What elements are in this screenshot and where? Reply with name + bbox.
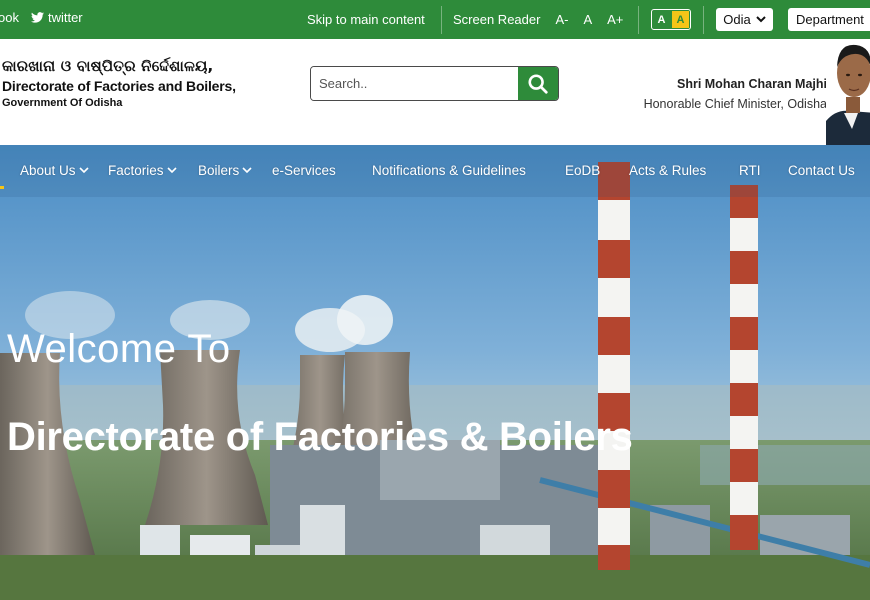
divider <box>638 6 639 34</box>
brand-odia: କାରଖାନା ଓ ବାଷ୍ପିତ୍ର ନିର୍ଦ୍ଦେଶାଳୟ, <box>2 57 214 75</box>
main-navigation: About Us Factories Boilers e-Services No… <box>0 145 870 197</box>
facebook-label: ook <box>0 10 19 25</box>
search-input[interactable] <box>311 67 518 100</box>
brand-english: Directorate of Factories and Boilers, <box>2 78 236 94</box>
chevron-down-icon <box>242 167 252 174</box>
divider <box>441 6 442 34</box>
hero-welcome-text: Welcome To <box>7 327 231 371</box>
site-header: କାରଖାନା ଓ ବାଷ୍ପିତ୍ର ନିର୍ଦ୍ଦେଶାଳୟ, Direct… <box>0 39 870 145</box>
nav-label: Notifications & Guidelines <box>372 163 526 178</box>
nav-acts-rules[interactable]: Acts & Rules <box>629 163 706 178</box>
skip-to-main-link[interactable]: Skip to main content <box>307 0 425 39</box>
brand-government: Government Of Odisha <box>2 97 123 109</box>
search-button[interactable] <box>518 67 558 100</box>
contrast-normal-button[interactable]: A <box>653 11 670 28</box>
nav-label: Contact Us <box>788 163 855 178</box>
screen-reader-controls: Screen Reader A- A A+ <box>453 0 623 39</box>
nav-boilers[interactable]: Boilers <box>198 163 252 178</box>
language-select[interactable]: Odia <box>716 8 773 31</box>
divider <box>703 6 704 34</box>
nav-rti[interactable]: RTI <box>739 163 761 178</box>
nav-contact-us[interactable]: Contact Us <box>788 163 855 178</box>
top-utility-bar: ook twitter Skip to main content Screen … <box>0 0 870 39</box>
chief-minister-info: Shri Mohan Charan Majhi Honorable Chief … <box>644 77 827 111</box>
cm-name: Shri Mohan Charan Majhi <box>676 77 827 91</box>
search-box <box>310 66 559 101</box>
skip-label: Skip to main content <box>307 12 425 27</box>
nav-notifications-guidelines[interactable]: Notifications & Guidelines <box>372 163 526 178</box>
hero-banner: About Us Factories Boilers e-Services No… <box>0 145 870 600</box>
cm-role: Honorable Chief Minister, Odisha <box>643 97 827 111</box>
social-links: ook twitter <box>0 10 83 25</box>
twitter-label: twitter <box>47 10 83 25</box>
search-icon <box>528 73 548 94</box>
chevron-down-icon <box>756 16 766 23</box>
font-normal-button[interactable]: A <box>583 12 592 27</box>
contrast-high-button[interactable]: A <box>672 11 689 28</box>
nav-active-marker <box>0 186 4 189</box>
font-increase-button[interactable]: A+ <box>607 12 623 27</box>
facebook-link[interactable]: ook <box>0 10 19 25</box>
department-menu[interactable]: Department <box>788 8 870 31</box>
department-label: Department <box>796 12 864 27</box>
contrast-toggle: A A <box>651 0 691 39</box>
nav-factories[interactable]: Factories <box>108 163 177 178</box>
site-logo-text[interactable]: କାରଖାନା ଓ ବାଷ୍ପିତ୍ର ନିର୍ଦ୍ଦେଶାଳୟ, Direct… <box>2 57 236 109</box>
nav-label: RTI <box>739 163 761 178</box>
nav-label: About Us <box>20 163 76 178</box>
nav-label: Boilers <box>198 163 240 178</box>
nav-label: EoDB <box>565 163 601 178</box>
nav-about-us[interactable]: About Us <box>20 163 89 178</box>
nav-eodb[interactable]: EoDB <box>565 163 600 178</box>
font-decrease-button[interactable]: A- <box>555 12 568 27</box>
nav-label: e-Services <box>272 163 336 178</box>
contrast-box: A A <box>651 9 691 30</box>
chevron-down-icon <box>78 167 89 174</box>
nav-label: Factories <box>108 163 164 178</box>
cm-photo <box>826 39 870 145</box>
language-value: Odia <box>723 12 751 27</box>
nav-e-services[interactable]: e-Services <box>272 163 336 178</box>
nav-label: Acts & Rules <box>629 163 707 178</box>
factory-photo <box>0 145 870 600</box>
chevron-down-icon <box>166 167 177 174</box>
twitter-link[interactable]: twitter <box>30 10 83 25</box>
twitter-icon <box>30 12 44 23</box>
hero-title: Directorate of Factories & Boilers <box>7 415 633 459</box>
screen-reader-link[interactable]: Screen Reader <box>453 12 540 27</box>
